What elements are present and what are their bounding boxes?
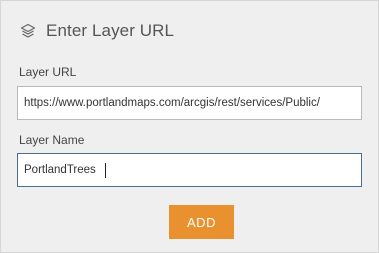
add-button[interactable]: ADD (169, 205, 234, 239)
layer-url-label: Layer URL (19, 65, 77, 79)
panel-header: Enter Layer URL (19, 20, 174, 42)
text-caret (105, 163, 106, 178)
layer-url-input[interactable] (18, 87, 357, 119)
layer-name-label: Layer Name (19, 133, 85, 147)
enter-layer-url-panel: Enter Layer URL Layer URL Layer Name ADD (0, 0, 379, 253)
layer-name-field-wrapper (17, 153, 362, 187)
layer-url-field-wrapper (17, 86, 362, 120)
panel-title: Enter Layer URL (46, 21, 175, 40)
layers-icon (19, 22, 37, 40)
layer-name-input[interactable] (18, 154, 357, 186)
